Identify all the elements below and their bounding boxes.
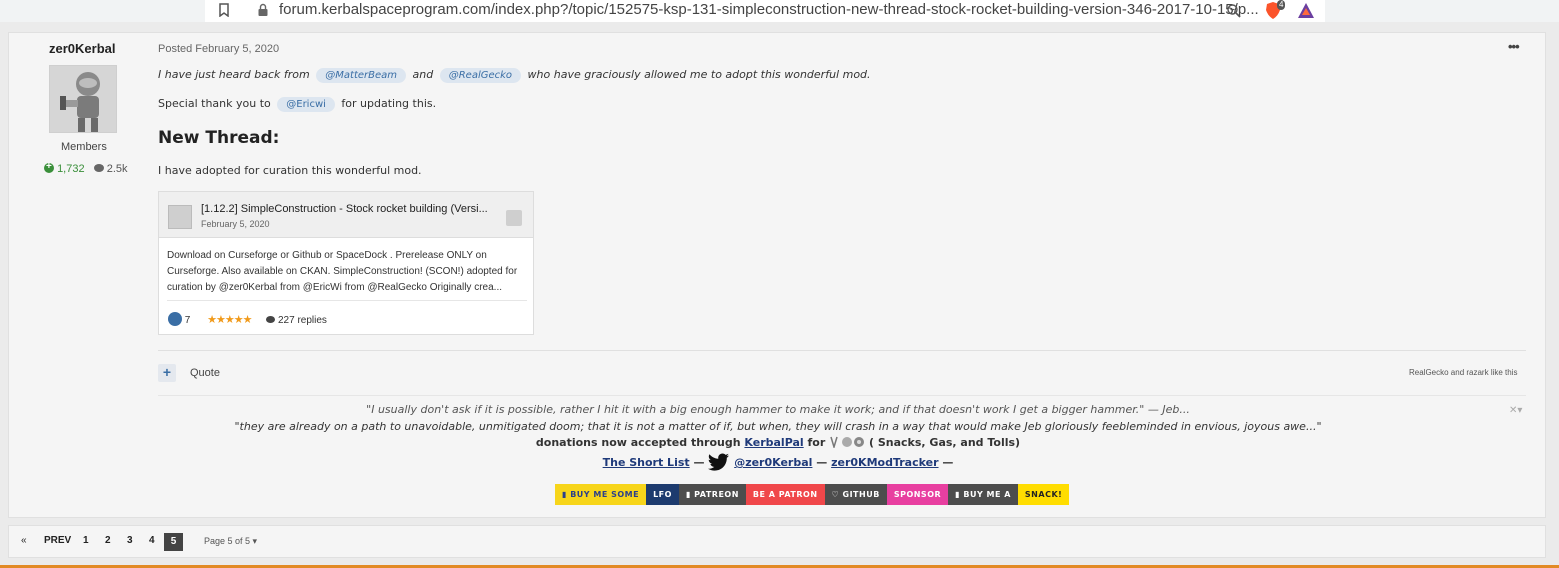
- author-stats: 1,732 2.5k: [44, 161, 128, 175]
- twitter-handle-link[interactable]: @zer0Kerbal: [734, 456, 812, 469]
- divider: [167, 300, 527, 301]
- support-badges: ▮ BUY ME SOME LFO ▮ PATREON BE A PATRON ♡ GI…: [555, 484, 1070, 505]
- mention-ericwi[interactable]: @Ericwi: [277, 97, 335, 112]
- patreon-badge-left[interactable]: ▮ PATREON: [678, 484, 746, 505]
- text-segment: for: [807, 436, 826, 449]
- short-list-link[interactable]: The Short List: [603, 456, 690, 469]
- browser-toolbar: forum.kerbalspaceprogram.com/index.php?/…: [0, 0, 1559, 22]
- github-sponsor-badge-left[interactable]: ♡ GITHUB: [824, 484, 887, 505]
- embed-thumbnail: [168, 205, 192, 229]
- patreon-icon: ▮: [685, 490, 695, 499]
- post-count: 2.5k: [106, 163, 128, 175]
- mention-realgecko[interactable]: @RealGecko: [439, 68, 522, 83]
- forum-post: zer0Kerbal Members 1,732 2.5k Posted Feb…: [8, 32, 1546, 518]
- mod-tracker-link[interactable]: zer0KModTracker: [831, 456, 938, 469]
- page-4[interactable]: 4: [149, 535, 155, 546]
- embed-like-count: 7: [184, 315, 191, 326]
- more-options-icon[interactable]: •••: [1508, 39, 1520, 54]
- badge-label: PATREON: [694, 490, 739, 499]
- rating-stars: ★★★★★: [207, 314, 252, 326]
- prev-arrow-icon[interactable]: «: [21, 535, 27, 546]
- text-segment: I have just heard back from: [158, 68, 310, 81]
- liked-by-text[interactable]: RealGecko and razark like this: [1409, 368, 1518, 377]
- text-segment: Special thank you to: [158, 97, 271, 110]
- text-segment: —: [942, 456, 954, 469]
- zoom-icon[interactable]: [1226, 3, 1242, 19]
- paypal-icon: ▮: [562, 490, 571, 499]
- divider: [158, 395, 1526, 396]
- embedded-topic-card[interactable]: [1.12.2] SimpleConstruction - Stock rock…: [158, 191, 534, 335]
- author-name[interactable]: zer0Kerbal: [49, 41, 115, 56]
- page-current[interactable]: 5: [164, 533, 183, 551]
- text-segment: —: [693, 456, 705, 469]
- author-group: Members: [61, 141, 107, 153]
- avatar-image: [50, 66, 116, 132]
- bookmark-icon[interactable]: [218, 3, 230, 17]
- reputation-count: 1,732: [57, 163, 85, 175]
- multiquote-button[interactable]: +: [158, 364, 176, 382]
- post-line-3: I have adopted for curation this wonderf…: [158, 164, 422, 177]
- text-segment: —: [816, 456, 828, 469]
- text-segment: and: [412, 68, 434, 81]
- github-sponsor-badge-right[interactable]: SPONSOR: [886, 484, 949, 505]
- replies-bubble-icon: [266, 316, 276, 323]
- external-link-icon[interactable]: [506, 210, 522, 226]
- mention-matterbeam[interactable]: @MatterBeam: [316, 68, 407, 83]
- patreon-badge-right[interactable]: BE A PATRON: [745, 484, 825, 505]
- pagination: « PREV 1 2 3 4 5 Page 5 of 5 ▾: [8, 525, 1546, 558]
- prev-button[interactable]: PREV: [44, 535, 71, 546]
- page-jump-dropdown[interactable]: Page 5 of 5 ▾: [204, 536, 257, 547]
- twitter-icon: [708, 453, 730, 471]
- text-segment: donations now accepted through: [535, 436, 741, 449]
- signature-quote-2: "they are already on a path to unavoidab…: [234, 420, 1322, 433]
- embed-excerpt: Download on Curseforge or Github or Spac…: [167, 250, 518, 293]
- brave-rewards-icon[interactable]: [1297, 2, 1315, 19]
- signature-donations: donations now accepted through KerbalPal…: [9, 436, 1547, 449]
- quote-button[interactable]: Quote: [190, 367, 220, 379]
- reputation-icon: [44, 161, 54, 173]
- embed-header: [1.12.2] SimpleConstruction - Stock rock…: [159, 192, 533, 238]
- snack-badge-left[interactable]: ▮ BUY ME A: [948, 484, 1018, 505]
- signature-links: The Short List — @zer0Kerbal — zer0KModT…: [9, 453, 1547, 471]
- heart-icon: ♡: [831, 490, 843, 499]
- embed-replies: 227 replies: [278, 315, 327, 326]
- embed-title[interactable]: [1.12.2] SimpleConstruction - Stock rock…: [201, 203, 501, 215]
- signature-quote-1: "I usually don't ask if it is possible, …: [366, 403, 1190, 416]
- page-3[interactable]: 3: [127, 535, 133, 546]
- text-segment: ( Snacks, Gas, and Tolls): [868, 436, 1021, 449]
- text-segment: for updating this.: [341, 97, 437, 110]
- badge-label: GITHUB: [842, 490, 880, 499]
- embed-footer: 7 ★★★★★ 227 replies: [168, 312, 327, 326]
- post-heading: New Thread:: [158, 128, 280, 148]
- post-line-1: I have just heard back from @MatterBeam …: [158, 68, 871, 83]
- post-line-2: Special thank you to @Ericwi for updatin…: [158, 97, 436, 112]
- badge-label: BUY ME SOME: [570, 490, 640, 499]
- embed-date: February 5, 2020: [201, 219, 270, 229]
- snack-emoji-icons: [830, 436, 865, 448]
- like-icon: [168, 312, 182, 326]
- text-segment: who have graciously allowed me to adopt …: [527, 68, 871, 81]
- buy-me-lfo-badge-right[interactable]: LFO: [646, 484, 679, 505]
- page-2[interactable]: 2: [105, 535, 111, 546]
- url-text[interactable]: forum.kerbalspaceprogram.com/index.php?/…: [279, 1, 1259, 18]
- buy-me-lfo-badge-left[interactable]: ▮ BUY ME SOME: [555, 484, 647, 505]
- badge-label: BUY ME A: [963, 490, 1011, 499]
- page-1[interactable]: 1: [83, 535, 89, 546]
- snack-badge-right[interactable]: SNACK!: [1017, 484, 1070, 505]
- divider: [158, 350, 1526, 351]
- avatar[interactable]: [49, 65, 117, 133]
- kerbalpal-link[interactable]: KerbalPal: [744, 436, 803, 449]
- lock-icon[interactable]: [257, 3, 269, 17]
- hide-signature-icon[interactable]: ✕▾: [1509, 405, 1522, 416]
- post-date[interactable]: Posted February 5, 2020: [158, 43, 279, 55]
- posts-bubble-icon: [93, 164, 104, 172]
